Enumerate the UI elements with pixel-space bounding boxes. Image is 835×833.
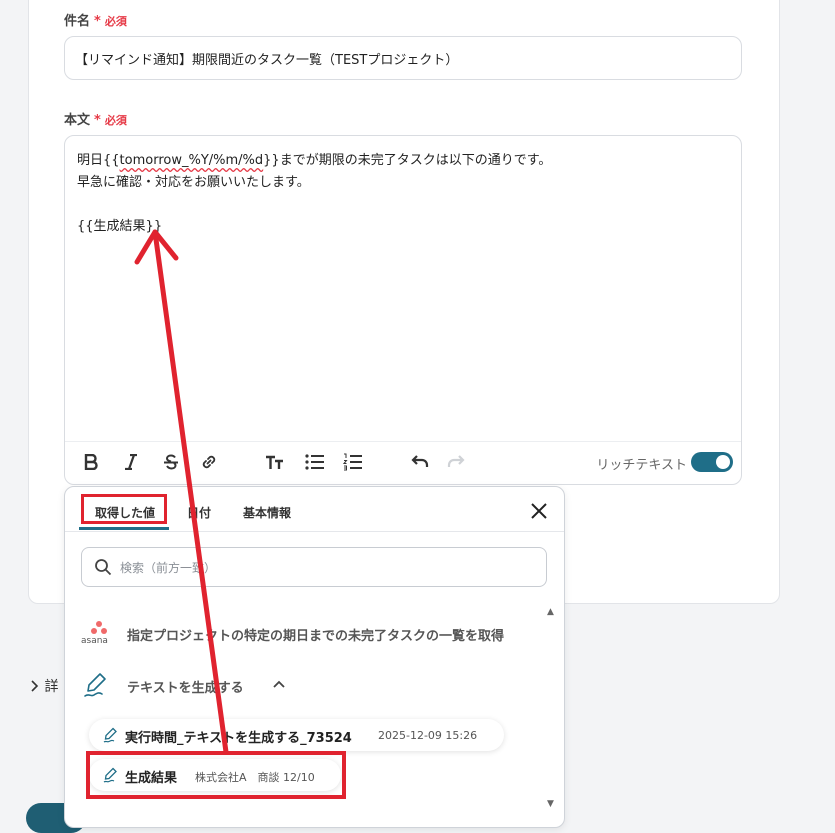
active-tab-indicator: [79, 527, 169, 530]
text-size-icon[interactable]: [265, 452, 285, 472]
bullet-list-icon[interactable]: [305, 452, 325, 472]
date-variable: tomorrow_%Y/%m/%d: [119, 153, 264, 168]
required-badge: 必須: [104, 15, 127, 28]
details-label: 詳: [44, 679, 59, 695]
body-text[interactable]: 明日{{tomorrow_%Y/%m/%d}}までが期限の未完了タスクは以下の通…: [77, 150, 551, 238]
chip-name: 実行時間_テキストを生成する_73524: [125, 731, 352, 746]
undo-icon[interactable]: [409, 452, 429, 472]
search-field[interactable]: [81, 547, 547, 587]
tab-basic-info[interactable]: 基本情報: [243, 504, 291, 521]
tab-date[interactable]: 日付: [187, 504, 211, 521]
asana-logo: asana: [81, 621, 115, 649]
body-label: 本文 * 必須: [64, 113, 127, 128]
rich-text-label: リッチテキスト: [596, 458, 687, 473]
text-generation-title: テキストを生成する: [127, 681, 244, 696]
asana-logo-text: asana: [81, 636, 108, 646]
chevron-up-icon[interactable]: [273, 678, 285, 692]
body-line-3: [77, 194, 551, 216]
subject-label: 件名 * 必須: [64, 14, 127, 29]
chevron-right-icon: [30, 679, 44, 695]
body-line-4: {{生成結果}}: [77, 219, 163, 234]
asana-source-title: 指定プロジェクトの特定の期日までの未完了タスクの一覧を取得: [127, 629, 505, 644]
required-star: *: [94, 113, 101, 128]
scroll-up-arrow[interactable]: ▲: [547, 607, 554, 617]
body-editor[interactable]: 明日{{tomorrow_%Y/%m/%d}}までが期限の未完了タスクは以下の通…: [64, 135, 742, 485]
italic-icon[interactable]: [121, 452, 141, 472]
highlight-box-result: [86, 751, 346, 799]
required-star: *: [94, 14, 101, 29]
link-icon[interactable]: [199, 452, 219, 472]
scroll-down-arrow[interactable]: ▼: [547, 799, 554, 809]
subject-value: 【リマインド通知】期限間近のタスク一覧（TESTプロジェクト）: [75, 53, 459, 68]
details-toggle[interactable]: 詳: [30, 676, 58, 696]
chip-meta: 2025-12-09 15:26: [378, 729, 478, 742]
search-icon: [95, 559, 112, 576]
highlight-box-tab: [81, 494, 167, 524]
pen-icon: [83, 671, 111, 699]
close-icon[interactable]: [529, 501, 549, 521]
required-badge: 必須: [104, 114, 127, 127]
editor-toolbar: リッチテキスト: [65, 441, 741, 484]
pen-icon: [103, 727, 119, 743]
subject-input[interactable]: 【リマインド通知】期限間近のタスク一覧（TESTプロジェクト）: [64, 36, 742, 80]
value-chip-exec-time[interactable]: 実行時間_テキストを生成する_73524 2025-12-09 15:26: [89, 719, 504, 751]
numbered-list-icon[interactable]: [343, 452, 363, 472]
redo-icon[interactable]: [447, 452, 467, 472]
body-line-1: 明日{{tomorrow_%Y/%m/%d}}までが期限の未完了タスクは以下の通…: [77, 153, 552, 168]
rich-text-toggle[interactable]: [691, 452, 733, 472]
strikethrough-icon[interactable]: [161, 452, 181, 472]
search-input[interactable]: [118, 556, 522, 580]
bold-icon[interactable]: [81, 452, 101, 472]
body-line-2: 早急に確認・対応をお願いいたします。: [77, 175, 310, 190]
